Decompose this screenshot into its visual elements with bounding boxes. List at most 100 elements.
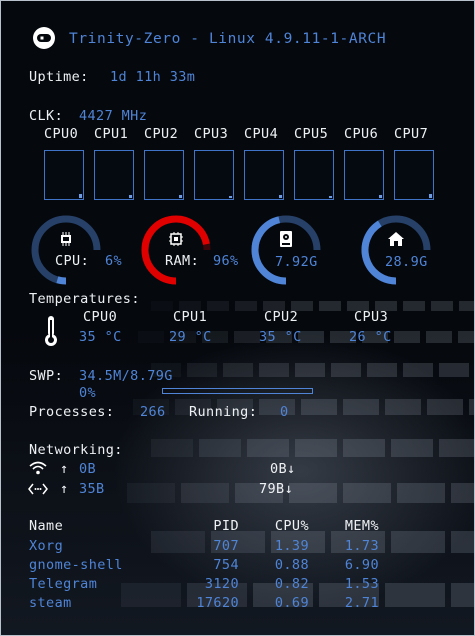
process-pid: 3120 — [204, 576, 239, 592]
thermometer-icon — [45, 316, 57, 346]
gauge-fill — [141, 215, 210, 285]
temperatures-label: Temperatures: — [29, 291, 140, 307]
swap-usage-bar — [162, 388, 313, 394]
column-header-mem: MEM% — [344, 518, 379, 534]
process-mem: 2.71 — [344, 595, 379, 611]
background-tile — [426, 331, 452, 343]
swap-value: 34.5M/8.79G — [79, 368, 173, 384]
column-header-cpu: CPU% — [274, 518, 309, 534]
process-cpu: 0.69 — [274, 595, 309, 611]
process-name: gnome-shell — [29, 557, 123, 573]
background-tile — [181, 483, 229, 503]
process-mem: 1.73 — [344, 538, 379, 554]
gauge-track — [31, 215, 101, 285]
clock-label: CLK: — [29, 108, 64, 124]
swap-label: SWP: — [29, 368, 64, 384]
background-tile — [207, 301, 229, 311]
gauge-fill — [56, 276, 67, 285]
background-tile — [247, 439, 289, 457]
background-tile — [451, 583, 474, 607]
temp-label-cpu2: CPU2 — [264, 309, 299, 325]
background-tile — [223, 363, 253, 377]
temp-value-cpu2: 35 °C — [259, 329, 302, 345]
wifi-icon — [29, 461, 47, 475]
background-tile — [451, 483, 474, 503]
background-tile — [459, 301, 474, 311]
background-tile — [394, 331, 420, 343]
background-tile — [138, 331, 164, 343]
background-tile — [439, 439, 474, 457]
cpu-label-6: CPU6 — [344, 126, 379, 142]
background-tile — [298, 331, 324, 343]
temp-value-cpu1: 29 °C — [169, 329, 212, 345]
process-name: Telegram — [29, 576, 98, 592]
temp-label-cpu1: CPU1 — [173, 309, 208, 325]
cpu-gauge-label: CPU: — [55, 253, 90, 269]
process-cpu: 0.88 — [274, 557, 309, 573]
background-tile — [391, 531, 445, 553]
home-icon — [388, 232, 404, 246]
wifi-download-value: 0B↓ — [270, 461, 296, 477]
hard-drive-icon — [280, 231, 292, 247]
cpu-label-7: CPU7 — [394, 126, 429, 142]
wifi-upload-arrow: ↑ — [60, 461, 69, 477]
background-tile — [295, 439, 337, 457]
background-tile — [403, 301, 425, 311]
temp-label-cpu0: CPU0 — [83, 309, 118, 325]
cpu-graph-2 — [144, 150, 184, 200]
background-tile — [259, 399, 295, 415]
cpu-graph-0 — [44, 150, 84, 200]
ram-gauge-value: 96% — [213, 253, 239, 269]
ethernet-icon — [28, 483, 48, 495]
cpu-graph-5 — [294, 150, 334, 200]
networking-label: Networking: — [29, 442, 123, 458]
wifi-upload-value: 0B — [79, 461, 97, 477]
background-tile — [259, 363, 289, 377]
column-header-name: Name — [29, 518, 64, 534]
background-tile — [431, 301, 453, 311]
background-tile — [403, 363, 433, 377]
cpu-graph-6 — [344, 150, 384, 200]
background-tile — [187, 363, 217, 377]
ethernet-download-value: 79B↓ — [259, 481, 294, 497]
background-tile — [121, 583, 181, 607]
swap-percent: 0% — [79, 385, 97, 401]
background-tile — [301, 399, 337, 415]
cpu-label-3: CPU3 — [194, 126, 229, 142]
uptime-label: Uptime: — [29, 69, 89, 85]
temp-label-cpu3: CPU3 — [354, 309, 389, 325]
ethernet-upload-value: 35B — [79, 481, 105, 497]
conky-system-monitor: Trinity-Zero - Linux 4.9.11-1-ARCH Uptim… — [0, 0, 475, 636]
temp-value-cpu0: 35 °C — [79, 329, 122, 345]
home-gauge-value: 28.9G — [385, 254, 428, 270]
background-tile — [319, 301, 341, 311]
process-cpu: 1.39 — [274, 538, 309, 554]
disk-gauge-value: 7.92G — [275, 254, 318, 270]
cpu-gauge-value: 6% — [105, 253, 123, 269]
process-mem: 6.90 — [344, 557, 379, 573]
arch-logo-icon — [33, 27, 55, 49]
cpu-label-4: CPU4 — [244, 126, 279, 142]
cpu-chip-icon — [61, 232, 71, 246]
gauge-fill — [251, 216, 287, 285]
background-tile — [234, 331, 260, 343]
background-tile — [458, 331, 474, 343]
cpu-label-0: CPU0 — [44, 126, 79, 142]
background-tile — [397, 483, 445, 503]
background-tile — [343, 399, 379, 415]
processes-count: 266 — [140, 404, 166, 420]
process-cpu: 0.82 — [274, 576, 309, 592]
process-name: Xorg — [29, 538, 64, 554]
background-tile — [343, 439, 385, 457]
background-tile — [367, 363, 397, 377]
cpu-graph-4 — [244, 150, 284, 200]
background-tile — [469, 399, 474, 415]
background-tile — [427, 399, 463, 415]
background-tile — [391, 439, 433, 457]
background-tile — [151, 439, 193, 457]
background-tile — [385, 399, 421, 415]
ethernet-upload-arrow: ↑ — [60, 481, 69, 497]
process-mem: 1.53 — [344, 576, 379, 592]
background-tile — [343, 483, 391, 503]
disk-gauge — [251, 215, 321, 285]
